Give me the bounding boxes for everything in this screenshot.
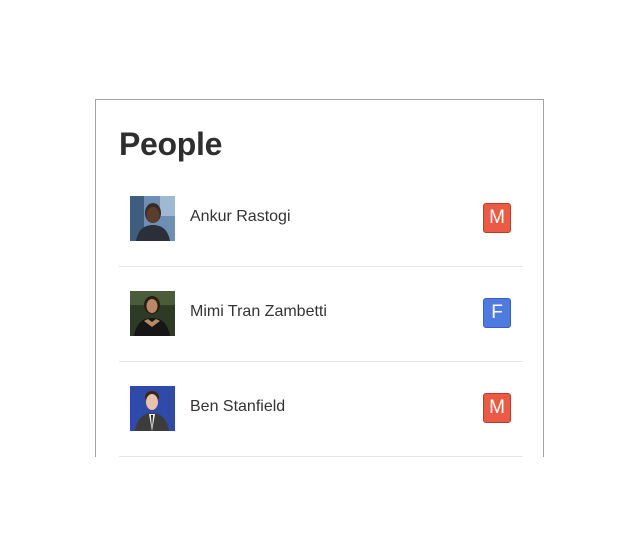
list-item[interactable]: Ben Stanfield M [119,362,523,457]
page-title: People [119,126,223,162]
avatar-photo-icon [130,386,175,431]
people-panel: People Ankur Rastogi M Mimi Tran Zambett… [95,99,544,457]
people-list: Ankur Rastogi M Mimi Tran Zambetti F Ben… [119,172,523,457]
avatar [130,196,175,241]
list-item[interactable]: Mimi Tran Zambetti F [119,267,523,362]
avatar-photo-icon [130,291,175,336]
person-name: Ben Stanfield [190,398,286,415]
person-name: Mimi Tran Zambetti [190,303,327,320]
person-name: Ankur Rastogi [190,208,291,225]
avatar-photo-icon [130,196,175,241]
list-item[interactable]: Ankur Rastogi M [119,172,523,267]
gender-badge: M [483,203,511,233]
avatar [130,386,175,431]
gender-badge: M [483,393,511,423]
gender-badge: F [483,298,511,328]
avatar [130,291,175,336]
